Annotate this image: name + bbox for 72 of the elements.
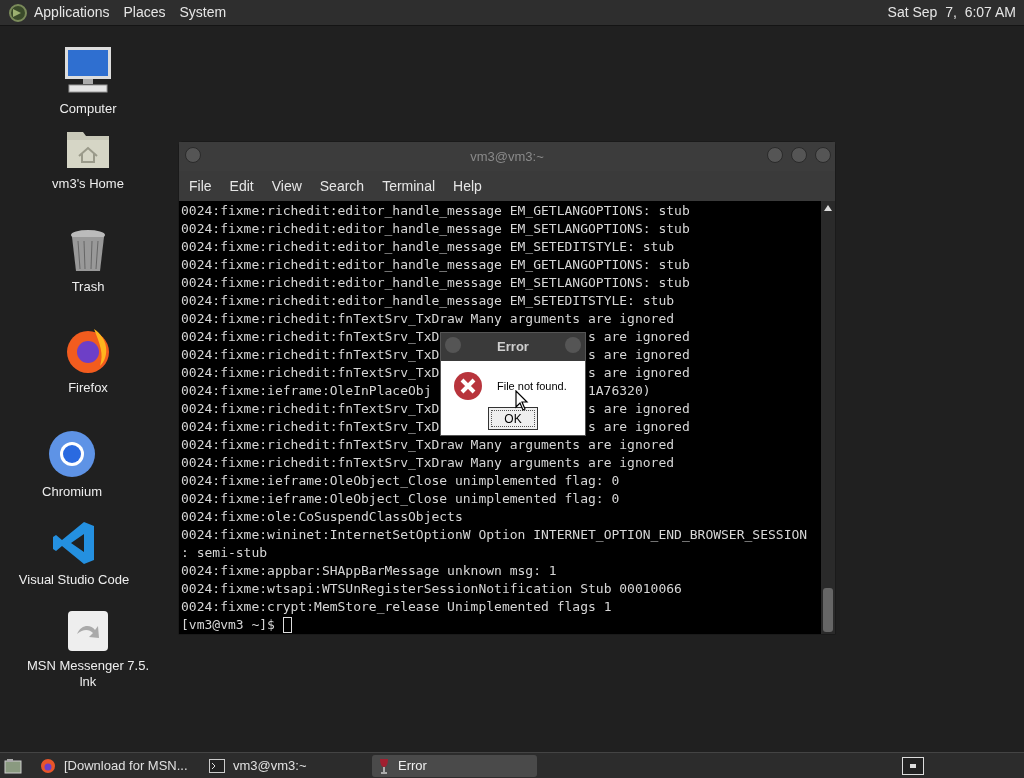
terminal-line: 0024:fixme:richedit:fnTextSrv_TxD [181,328,440,346]
terminal-line: 0024:fixme:richedit:editor_handle_message EM_SETEDITSTYLE: stub [181,238,676,256]
menu-item[interactable]: Search [311,175,373,197]
workspace-switcher[interactable] [902,756,924,775]
terminal-line: 0024:fixme:wininet:InternetSetOptionW Option INTERNET_OPTION_END_BROWSER_SESSION [181,526,809,544]
show-desktop-icon[interactable] [4,757,22,774]
shortcut-icon[interactable] [67,610,109,652]
dialog-title: Error [497,338,529,357]
terminal-line: s are ignored [588,418,690,436]
terminal-line: 0024:fixme:ole:CoSuspendClassObjects [181,508,464,526]
terminal-line: 0024:fixme:ieframe:OleObject_Close unimplemented flag: 0 [181,490,621,508]
taskbar-item[interactable]: Error [372,754,537,777]
terminal-line: s are ignored [588,328,690,346]
taskbar-item[interactable]: [Download for MSN... [34,754,199,777]
taskbar-item[interactable]: vm3@vm3:~ [203,754,368,777]
error-message: File not found. [497,378,567,394]
scrollbar[interactable] [821,201,835,634]
clock[interactable]: Sat Sep 7, 6:07 AM [887,2,1016,23]
terminal-line: 0024:fixme:richedit:fnTextSrv_TxD [181,346,440,364]
terminal-line: 0024:fixme:richedit:editor_handle_message EM_GETLANGOPTIONS: stub [181,202,691,220]
scroll-up-icon[interactable] [824,205,832,211]
terminal-line: 0024:fixme:richedit:fnTextSrv_TxD [181,400,440,418]
computer-icon[interactable] [63,45,113,95]
icon-label[interactable]: Visual Studio Code [18,572,130,588]
panel-menu[interactable]: Places [123,2,166,23]
menu-item[interactable]: File [181,175,220,197]
window-title: vm3@vm3:~ [470,147,544,166]
panel-menu[interactable]: Applications [34,2,110,23]
icon-label[interactable]: Firefox [68,380,108,396]
menu-item[interactable]: Edit [221,175,262,197]
scrollbar-thumb[interactable] [823,588,833,632]
mouse-pointer-icon [515,390,529,411]
wine-glass-icon [378,757,390,774]
chromium-icon[interactable] [48,430,96,478]
terminal-icon [209,758,225,773]
terminal-line: s are ignored [588,346,690,364]
firefox-icon [40,757,56,774]
terminal-line: 0024:fixme:richedit:fnTextSrv_TxD [181,364,440,382]
icon-label[interactable]: Computer [59,101,117,117]
terminal-line: 0024:fixme:richedit:editor_handle_message EM_SETEDITSTYLE: stub [181,292,676,310]
terminal-line: 0024:fixme:richedit:editor_handle_message EM_SETLANGOPTIONS: stub [181,220,691,238]
distro-logo-icon[interactable] [8,2,28,23]
icon-label[interactable]: vm3's Home [52,176,124,192]
terminal-line: 0024:fixme:richedit:fnTextSrv_TxDraw Many arguments are ignored [181,436,676,454]
terminal-line: 0024:fixme:ieframe:OleObject_Close unimplemented flag: 0 [181,472,621,490]
icon-label[interactable]: Trash [71,279,105,295]
terminal-line: 0024:fixme:richedit:fnTextSrv_TxDraw Many arguments are ignored [181,454,676,472]
menu-item[interactable]: Terminal [374,175,444,197]
menu-item[interactable]: View [263,175,310,197]
terminal-line: 0024:fixme:richedit:fnTextSrv_TxDraw Many arguments are ignored [181,310,676,328]
terminal-line: s are ignored [588,400,690,418]
vscode-icon[interactable] [52,520,96,566]
terminal-line: 0024:fixme:richedit:fnTextSrv_TxD [181,418,440,436]
text-cursor [282,617,292,633]
terminal-line: 0024:fixme:richedit:editor_handle_message EM_SETLANGOPTIONS: stub [181,274,691,292]
trash-icon[interactable] [68,229,108,273]
terminal-line: 0024:fixme:appbar:SHAppBarMessage unknown msg: 1 [181,562,558,580]
terminal-line: s are ignored [588,364,690,382]
terminal-line: : semi-stub [181,544,269,562]
terminal-line: 0024:fixme:wtsapi:WTSUnRegisterSessionNotification Stub 00010066 [181,580,683,598]
firefox-icon[interactable] [64,326,112,374]
terminal-line: 1A76320) [587,382,651,400]
ok-button[interactable]: OK [488,407,538,430]
icon-label[interactable]: Chromium [42,484,102,500]
terminal-line: 0024:fixme:crypt:MemStore_release Unimplemented flags 1 [181,598,613,616]
terminal-line: 0024:fixme:richedit:editor_handle_message EM_GETLANGOPTIONS: stub [181,256,691,274]
error-icon [453,371,483,401]
terminal-line: 0024:fixme:ieframe:OleInPlaceObj [181,382,433,400]
icon-label[interactable]: MSN Messenger 7.5. lnk [26,658,150,690]
menu-item[interactable]: Help [445,175,490,197]
panel-menu[interactable]: System [179,2,227,23]
shell-prompt: [vm3@vm3 ~]$ [181,616,276,634]
